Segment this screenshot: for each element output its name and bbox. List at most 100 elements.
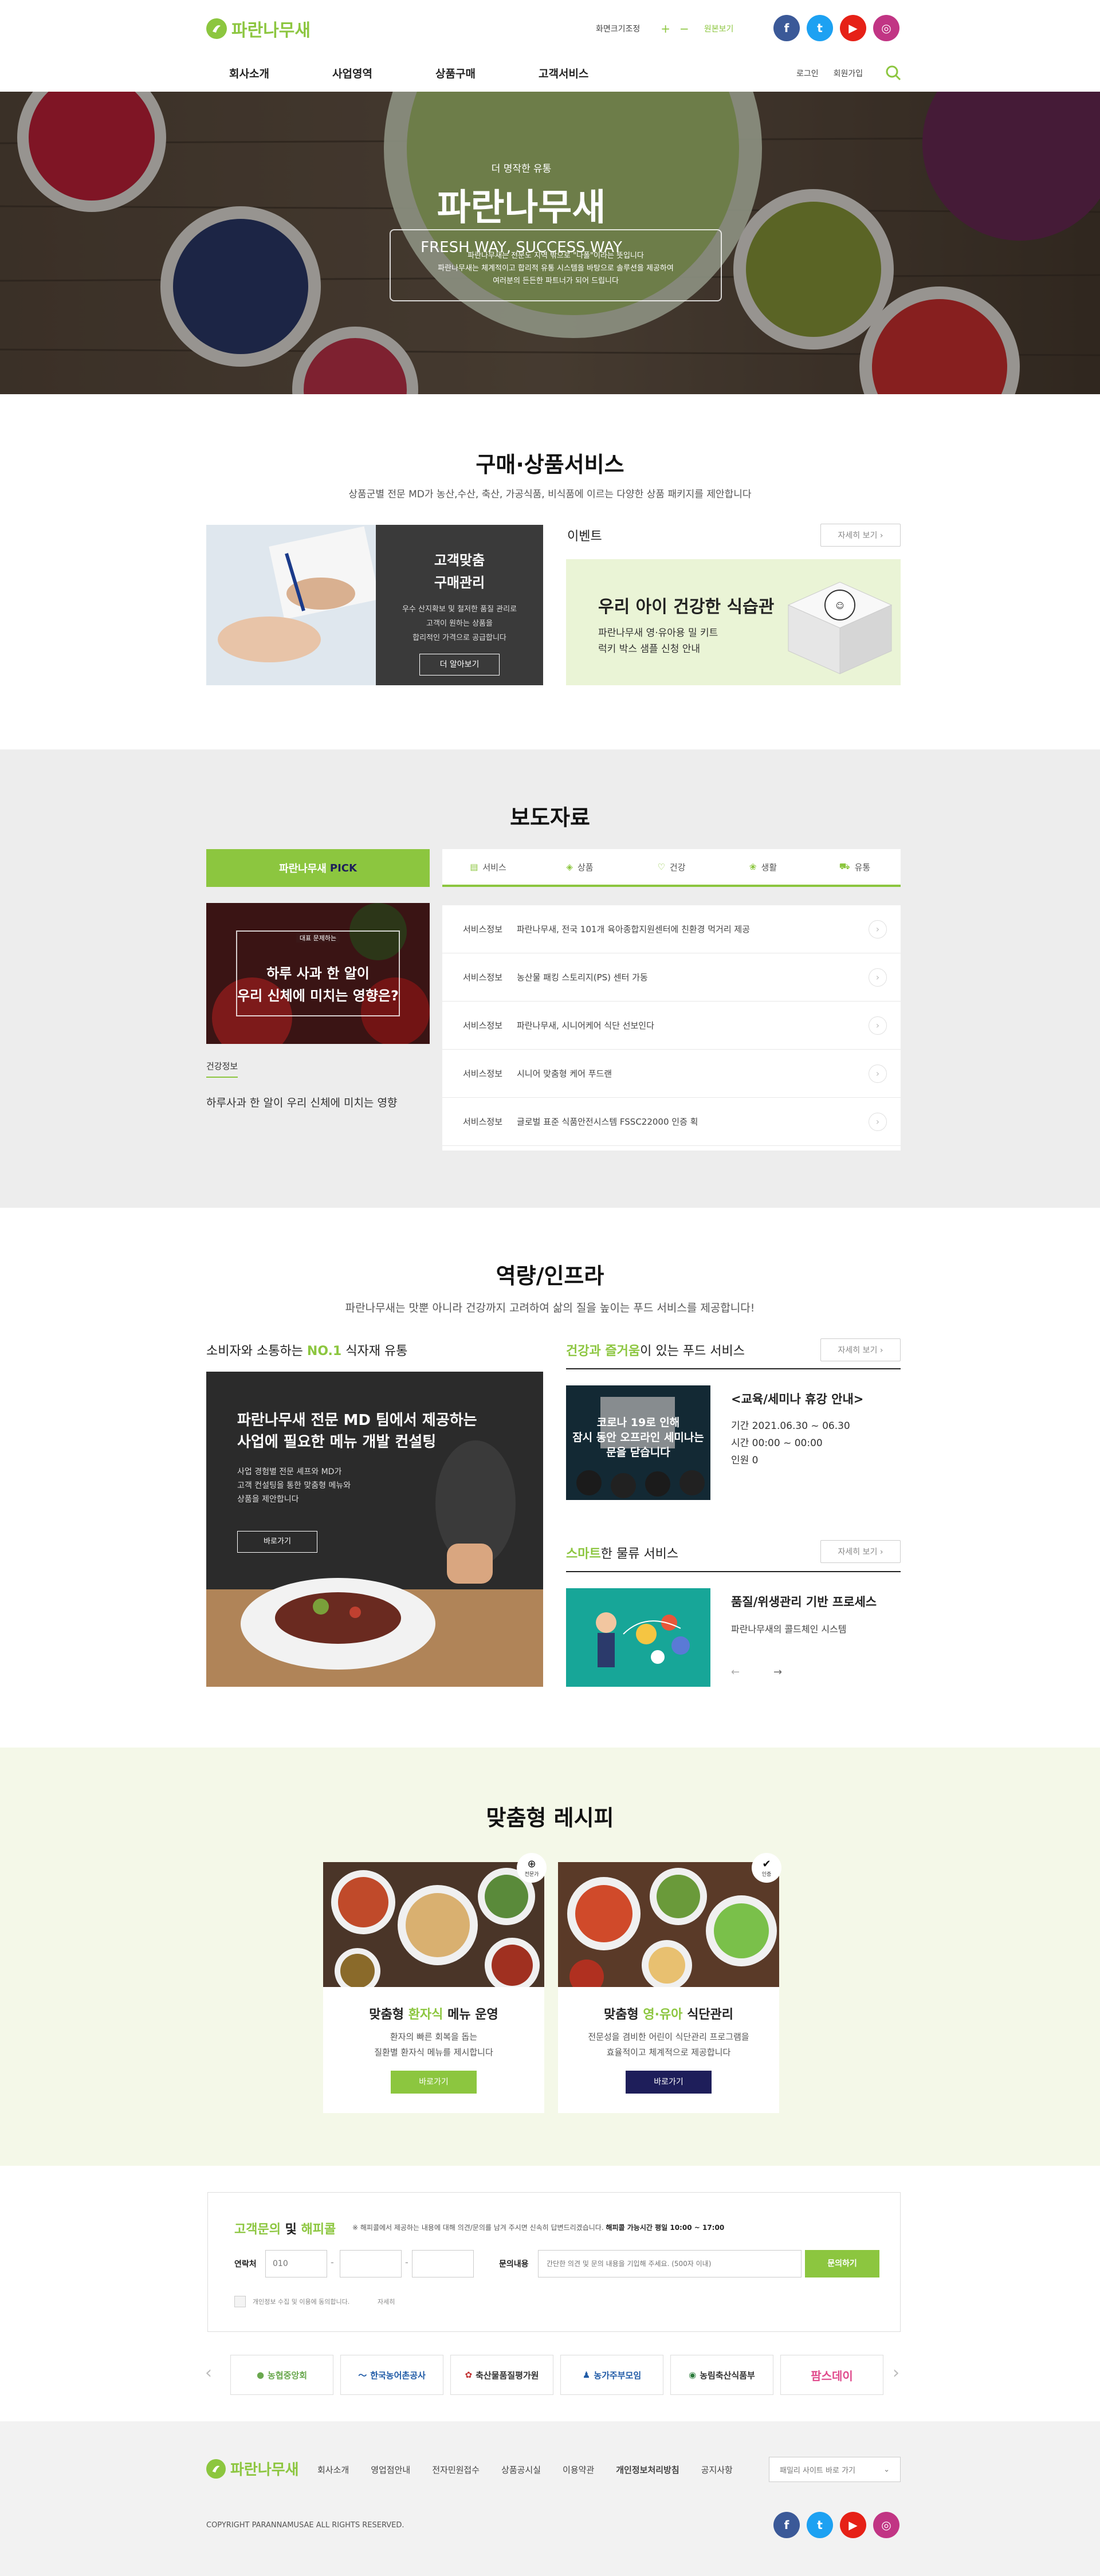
partner-name: 농가주부모임	[594, 2370, 642, 2381]
logo-text: 파란나무새	[231, 21, 311, 41]
youtube-icon[interactable]: ▶	[840, 15, 866, 41]
purchase-more-button[interactable]: 더 알아보기	[419, 654, 500, 676]
smart-prev-arrow[interactable]: ←	[731, 1666, 740, 1678]
partner-logo[interactable]: ◉ 농림축산식품부	[670, 2355, 773, 2395]
login-link[interactable]: 로그인	[796, 68, 819, 79]
family-site-select[interactable]: 패밀리 사이트 바로 가기 ⌄	[769, 2457, 901, 2482]
recipe-desc-2: 효율적이고 체계적으로 제공합니다	[606, 2047, 731, 2057]
footer-link-complaint[interactable]: 전자민원접수	[432, 2464, 480, 2476]
recipe-title-em: 환자식	[408, 2008, 443, 2022]
facebook-icon[interactable]: f	[773, 15, 800, 41]
tab-distribution-label: 유통	[854, 862, 871, 873]
tab-distribution[interactable]: ⛟ 유통	[809, 849, 901, 885]
agree-checkbox[interactable]	[234, 2296, 246, 2307]
pick-category: 건강정보	[206, 1060, 238, 1078]
recipe-title-pre: 맞춤형	[369, 2008, 408, 2022]
facebook-icon[interactable]: f	[773, 2512, 800, 2538]
zoom-reset-button[interactable]: 원본보기	[704, 23, 734, 34]
food-service-heading: 건강과 즐거움이 있는 푸드 서비스	[566, 1341, 745, 1359]
press-row[interactable]: 서비스정보 글로벌 표준 식품안전시스템 FSSC22000 인증 획 ›	[442, 1098, 901, 1146]
feature-go-button[interactable]: 바로가기	[237, 1531, 317, 1553]
contact-label: 연락처	[234, 2260, 257, 2269]
twitter-icon[interactable]: t	[807, 15, 833, 41]
recipe-card-title: 맞춤형 환자식 메뉴 운영	[323, 2004, 544, 2023]
seminar-image-line-3: 문을 닫습니다	[606, 1446, 670, 1459]
smart-more-button[interactable]: 자세히 보기 ›	[820, 1540, 901, 1563]
svg-text:☺: ☺	[836, 602, 844, 611]
seminar-time: 시간 00:00 ~ 00:00	[731, 1438, 823, 1449]
tab-product[interactable]: ◈ 상품	[534, 849, 626, 885]
press-row[interactable]: 서비스정보 시니어 맞춤형 케어 푸드랜 ›	[442, 1050, 901, 1098]
tab-life[interactable]: ❀ 생활	[717, 849, 809, 885]
recipe-card-patient[interactable]: ⊕ 전문가 맞춤형 환자식 메뉴 운영 환자의 빠른 회복을 돕는 질환별 환자…	[323, 1853, 547, 2113]
tab-service[interactable]: ▤ 서비스	[442, 849, 534, 885]
phone-field-3[interactable]	[412, 2250, 474, 2277]
chevron-down-icon: ⌄	[883, 2465, 890, 2474]
event-banner[interactable]: 우리 아이 건강한 식습관 파란나무새 영·유아용 밀 키트 럭키 박스 샘플 …	[566, 559, 901, 685]
people-icon: ♟	[582, 2370, 591, 2380]
food-more-button[interactable]: 자세히 보기 ›	[820, 1338, 901, 1361]
search-icon[interactable]	[885, 64, 902, 84]
recipe-go-button[interactable]: 바로가기	[391, 2071, 477, 2094]
event-more-button[interactable]: 자세히 보기 ›	[820, 524, 901, 547]
recipe-go-button[interactable]: 바로가기	[626, 2071, 712, 2094]
join-link[interactable]: 회원가입	[834, 68, 863, 79]
partner-logo[interactable]: 팜스데이	[780, 2355, 883, 2395]
seminar-image[interactable]: 코로나 19로 인해 잠시 동안 오프라인 세미나는 문을 닫습니다	[566, 1385, 710, 1500]
partner-logo[interactable]: ● 농협중앙회	[230, 2355, 333, 2395]
press-row[interactable]: 서비스정보 파란나무새, 전국 101개 육아종합지원센터에 친환경 먹거리 제공…	[442, 905, 901, 953]
nav-item-business[interactable]: 사업영역	[332, 65, 435, 81]
footer-link-terms[interactable]: 이용약관	[563, 2464, 594, 2476]
nav-item-purchase[interactable]: 상품구매	[435, 65, 539, 81]
phone-field-2[interactable]	[340, 2250, 402, 2277]
hero-eyebrow: 더 명작한 유통	[491, 163, 552, 175]
instagram-icon[interactable]: ◎	[873, 2512, 899, 2538]
pick-caption[interactable]: 하루사과 한 알이 우리 신체에 미치는 영향	[206, 1094, 397, 1110]
footer-link-disclosure[interactable]: 상품공시실	[501, 2464, 541, 2476]
arrow-right-icon: ›	[869, 1064, 887, 1083]
press-title: 보도자료	[510, 805, 590, 830]
zoom-minus-button[interactable]: −	[679, 22, 689, 36]
recipe-title-em: 영·유아	[643, 2008, 683, 2022]
press-pick-image[interactable]: 대표 문제하는 하루 사과 한 알이 우리 신체에 미치는 영향은?	[206, 903, 430, 1044]
nav-item-company[interactable]: 회사소개	[229, 65, 332, 81]
agree-detail-link[interactable]: 자세히	[378, 2297, 395, 2306]
arrow-right-icon: ›	[869, 1016, 887, 1035]
feature-desc-1: 사업 경험별 전문 셰프와 MD가	[237, 1467, 342, 1477]
inquiry-submit-button[interactable]: 문의하기	[805, 2250, 879, 2277]
event-desc-2: 럭키 박스 샘플 신청 안내	[598, 643, 701, 655]
feature-desc-3: 상품을 제안합니다	[237, 1495, 299, 1504]
recipe-card-infant[interactable]: ✔ 인증 맞춤형 영·유아 식단관리 전문성을 겸비한 어린이 식단관리 프로그…	[558, 1853, 781, 2113]
instagram-icon[interactable]: ◎	[873, 15, 899, 41]
partner-name: 농림축산식품부	[700, 2370, 755, 2381]
twitter-icon[interactable]: t	[807, 2512, 833, 2538]
nav-item-service[interactable]: 고객서비스	[539, 65, 642, 81]
footer-link-branches[interactable]: 영업점안내	[371, 2464, 410, 2476]
footer-link-notice[interactable]: 공지사항	[701, 2464, 733, 2476]
zoom-plus-button[interactable]: +	[661, 22, 670, 36]
partners-next-arrow[interactable]: ›	[893, 2363, 899, 2383]
partner-logo[interactable]: 〜 한국농어촌공사	[340, 2355, 443, 2395]
arrow-right-icon: ›	[869, 920, 887, 938]
press-row[interactable]: 서비스정보 농산물 패킹 스토리지(PS) 센터 가동 ›	[442, 953, 901, 1002]
truck-icon: ⛟	[839, 861, 850, 871]
document-icon: ▤	[470, 862, 478, 872]
menu-consulting-card[interactable]: 파란나무새 전문 MD 팀에서 제공하는 사업에 필요한 메뉴 개발 컨설팅 사…	[206, 1372, 543, 1687]
partner-logo[interactable]: ✿ 축산물품질평가원	[450, 2355, 553, 2395]
partners-prev-arrow[interactable]: ‹	[205, 2363, 212, 2383]
tab-health[interactable]: ♡ 건강	[626, 849, 717, 885]
logo[interactable]: 파란나무새	[206, 16, 311, 41]
partner-logo[interactable]: ♟ 농가주부모임	[560, 2355, 663, 2395]
inquiry-content-field[interactable]	[538, 2250, 802, 2277]
youtube-icon[interactable]: ▶	[840, 2512, 866, 2538]
feature-title-1: 파란나무새 전문 MD 팀에서 제공하는	[237, 1412, 477, 1429]
footer-link-privacy[interactable]: 개인정보처리방침	[616, 2464, 679, 2476]
font-size-control: 화면크기조정 + − 원본보기	[596, 22, 733, 36]
press-row[interactable]: 서비스정보 파란나무새, 시니어케어 식단 선보인다 ›	[442, 1002, 901, 1050]
footer-logo-text: 파란나무새	[230, 2461, 299, 2479]
phone-field-1[interactable]	[265, 2250, 327, 2277]
smart-next-arrow[interactable]: →	[773, 1666, 782, 1678]
footer-link-company[interactable]: 회사소개	[317, 2464, 349, 2476]
logistics-image[interactable]	[566, 1588, 710, 1687]
footer-logo[interactable]: 파란나무새	[206, 2458, 299, 2479]
